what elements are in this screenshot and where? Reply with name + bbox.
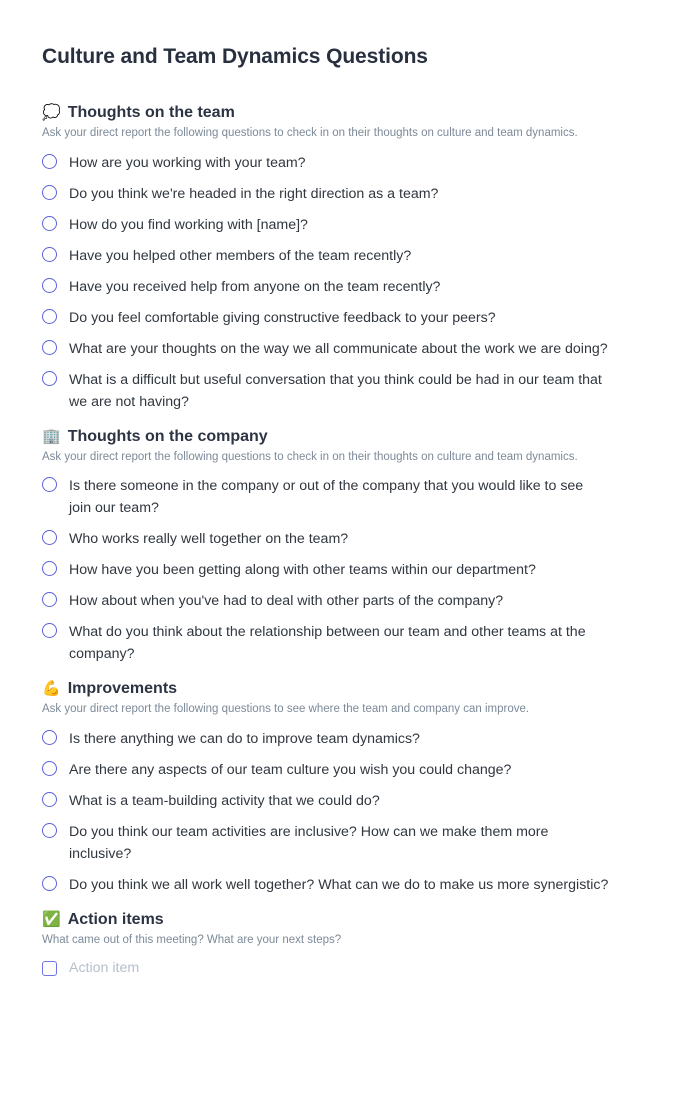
question-row[interactable]: Is there anything we can do to improve t…	[42, 728, 644, 750]
section-title: Thoughts on the company	[67, 427, 268, 445]
section-thoughts-on-the-team: 💭 Thoughts on the team Ask your direct rep…	[42, 103, 644, 413]
section-thoughts-on-the-company: 🏢 Thoughts on the company Ask your direct …	[42, 427, 644, 666]
question-text: What is a difficult but useful conversat…	[69, 371, 602, 410]
radio-circle-icon[interactable]	[42, 592, 57, 608]
question-row[interactable]: How have you been getting along with oth…	[42, 559, 644, 581]
checkbox-icon[interactable]	[42, 961, 57, 977]
question-text: How are you working with your team?	[69, 154, 306, 171]
section-header: 🏢 Thoughts on the company	[42, 427, 644, 447]
section-header: ✅ Action items	[42, 910, 644, 930]
radio-circle-icon[interactable]	[42, 184, 57, 200]
radio-circle-icon[interactable]	[42, 530, 57, 546]
question-row[interactable]: Who works really well together on the te…	[42, 528, 644, 550]
question-text: Do you feel comfortable giving construct…	[69, 309, 496, 326]
radio-circle-icon[interactable]	[42, 277, 57, 293]
radio-circle-icon[interactable]	[42, 760, 57, 776]
action-item-placeholder[interactable]: Action item	[69, 958, 139, 979]
page-title: Culture and Team Dynamics Questions	[42, 45, 428, 68]
sections-container: 💭 Thoughts on the team Ask your direct rep…	[42, 103, 644, 979]
question-row[interactable]: Is there someone in the company or out o…	[42, 475, 644, 519]
question-row[interactable]: What is a difficult but useful conversat…	[42, 369, 644, 413]
question-row[interactable]: What is a team-building activity that we…	[42, 790, 644, 812]
section-description: What came out of this meeting? What are …	[42, 933, 342, 946]
section-header: 💪 Improvements	[42, 679, 644, 699]
question-row[interactable]: How are you working with your team?	[42, 152, 644, 174]
question-row[interactable]: Are there any aspects of our team cultur…	[42, 759, 644, 781]
question-row[interactable]: Have you received help from anyone on th…	[42, 276, 644, 298]
radio-circle-icon[interactable]	[42, 246, 57, 262]
question-text: Do you think we're headed in the right d…	[69, 185, 439, 202]
section-description: Ask your direct report the following que…	[42, 703, 530, 716]
radio-circle-icon[interactable]	[42, 308, 57, 324]
thought-balloon-icon: 💭	[42, 103, 61, 122]
question-text: Is there someone in the company or out o…	[69, 478, 584, 517]
section-description: Ask your direct report the following que…	[42, 127, 578, 140]
radio-circle-icon[interactable]	[42, 822, 57, 838]
section-title: Improvements	[67, 680, 178, 698]
question-text: How about when you've had to deal with o…	[69, 593, 504, 610]
section-header: 💭 Thoughts on the team	[42, 103, 644, 123]
question-text: What are your thoughts on the way we all…	[69, 340, 608, 357]
radio-circle-icon[interactable]	[42, 153, 57, 169]
action-item-row[interactable]: Action item	[42, 958, 644, 979]
radio-circle-icon[interactable]	[42, 623, 57, 639]
question-list: How are you working with your team? Do yo…	[42, 152, 644, 413]
section-title: Action items	[67, 910, 164, 928]
radio-circle-icon[interactable]	[42, 215, 57, 231]
section-action-items: ✅ Action items What came out of this meeti…	[42, 910, 644, 980]
question-row[interactable]: How do you find working with [name]?	[42, 214, 644, 236]
question-row[interactable]: How about when you've had to deal with o…	[42, 590, 644, 612]
action-item-list: Action item	[42, 958, 644, 979]
question-text: How have you been getting along with oth…	[69, 562, 536, 579]
question-text: What do you think about the relationship…	[69, 624, 586, 663]
radio-circle-icon[interactable]	[42, 561, 57, 577]
question-row[interactable]: Do you think we all work well together? …	[42, 874, 644, 896]
question-row[interactable]: Have you helped other members of the tea…	[42, 245, 644, 267]
question-row[interactable]: What do you think about the relationship…	[42, 621, 644, 665]
question-text: Are there any aspects of our team cultur…	[69, 761, 512, 778]
question-text: Is there anything we can do to improve t…	[69, 730, 420, 747]
section-improvements: 💪 Improvements Ask your direct report the …	[42, 679, 644, 896]
radio-circle-icon[interactable]	[42, 875, 57, 891]
flexed-biceps-icon: 💪	[42, 679, 61, 698]
radio-circle-icon[interactable]	[42, 477, 57, 493]
question-text: Have you received help from anyone on th…	[69, 278, 441, 295]
office-building-icon: 🏢	[42, 426, 61, 445]
question-text: How do you find working with [name]?	[69, 216, 308, 233]
radio-circle-icon[interactable]	[42, 339, 57, 355]
question-text: Do you think our team activities are inc…	[69, 823, 549, 862]
section-title: Thoughts on the team	[67, 104, 235, 122]
question-row[interactable]: Do you feel comfortable giving construct…	[42, 307, 644, 329]
question-row[interactable]: What are your thoughts on the way we all…	[42, 338, 644, 360]
question-row[interactable]: Do you think our team activities are inc…	[42, 821, 644, 865]
question-text: What is a team-building activity that we…	[69, 792, 380, 809]
question-text: Do you think we all work well together? …	[69, 876, 609, 893]
section-description: Ask your direct report the following que…	[42, 450, 578, 463]
radio-circle-icon[interactable]	[42, 729, 57, 745]
question-text: Have you helped other members of the tea…	[69, 247, 412, 264]
document-page: Culture and Team Dynamics Questions 💭 Tho…	[0, 0, 684, 1093]
question-list: Is there someone in the company or out o…	[42, 475, 644, 665]
radio-circle-icon[interactable]	[42, 370, 57, 386]
question-row[interactable]: Do you think we're headed in the right d…	[42, 183, 644, 205]
check-mark-button-icon: ✅	[42, 909, 61, 928]
radio-circle-icon[interactable]	[42, 791, 57, 807]
question-text: Who works really well together on the te…	[69, 531, 349, 548]
question-list: Is there anything we can do to improve t…	[42, 728, 644, 896]
